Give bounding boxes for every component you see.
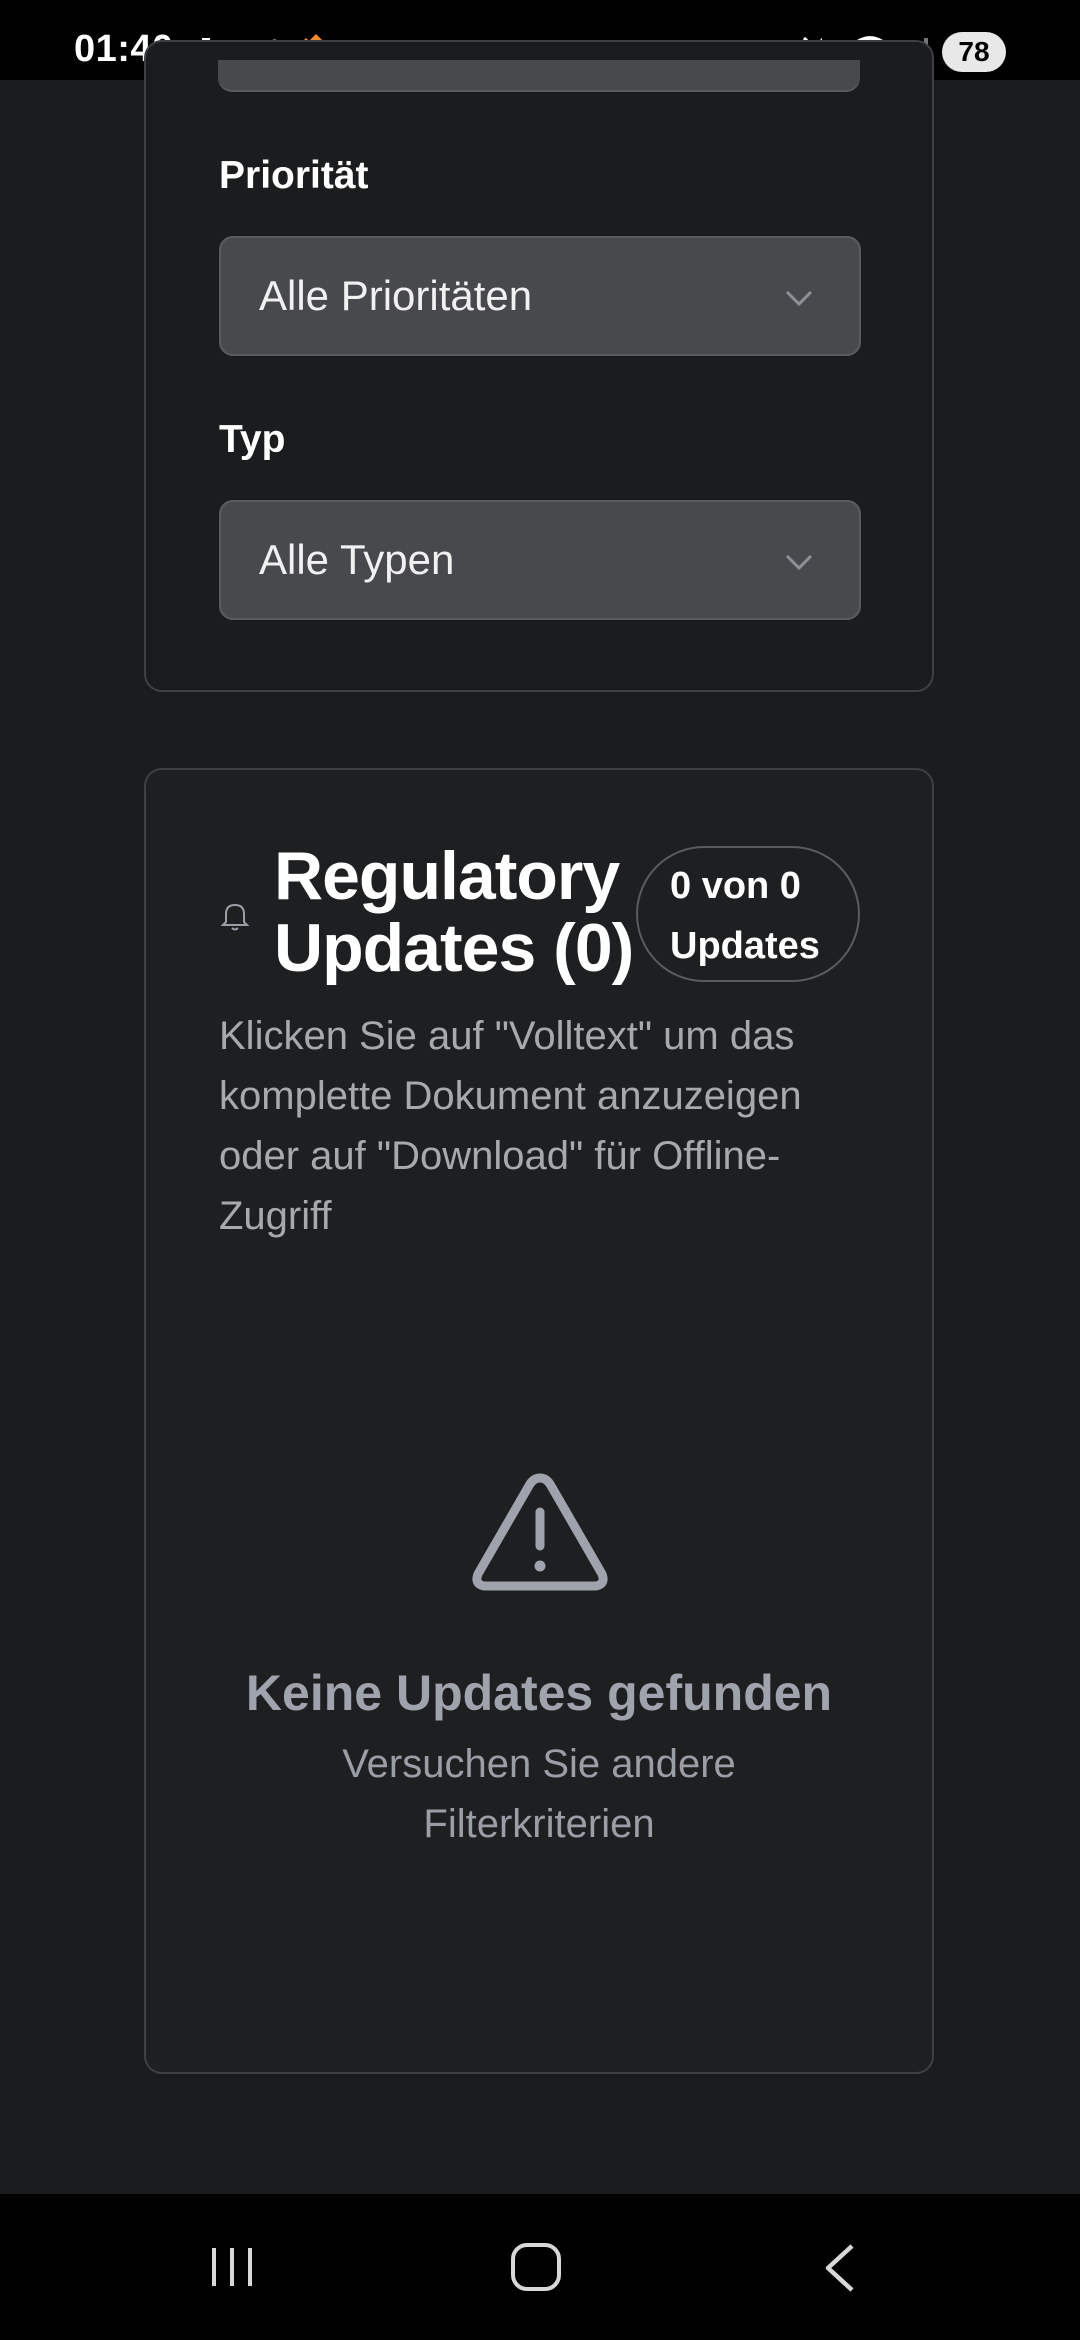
back-icon[interactable] <box>820 2242 860 2294</box>
empty-state-title: Keine Updates gefunden <box>245 1665 833 1721</box>
updates-title-line2: Updates (0) <box>274 910 634 986</box>
updates-description: Klicken Sie auf "Volltext" um das komple… <box>219 1014 802 1238</box>
updates-title: Regulatory Updates (0) <box>274 840 634 984</box>
type-select-value: Alle Typen <box>259 536 455 583</box>
priority-label: Priorität <box>219 154 369 197</box>
type-select[interactable]: Alle Typen <box>219 500 861 620</box>
empty-state-subtitle: Versuchen Sie andere Filterkriterien <box>342 1742 736 1846</box>
screen: 01:40 17° 78 <box>0 0 1080 2340</box>
home-icon[interactable] <box>508 2240 564 2294</box>
priority-select[interactable]: Alle Prioritäten <box>219 236 861 356</box>
updates-title-line1: Regulatory <box>274 838 620 914</box>
priority-select-value: Alle Prioritäten <box>259 272 533 319</box>
chevron-down-icon <box>785 554 813 571</box>
battery-level: 78 <box>942 32 1006 72</box>
previous-select-field[interactable] <box>218 60 860 92</box>
updates-count-line2: Updates <box>670 925 820 967</box>
updates-count-line1: 0 von 0 <box>670 865 801 907</box>
chevron-down-icon <box>785 290 813 307</box>
bell-icon <box>220 903 250 931</box>
type-label: Typ <box>219 418 286 461</box>
updates-count-badge: 0 von 0 Updates <box>636 846 860 982</box>
recents-icon[interactable] <box>208 2244 256 2290</box>
warning-icon <box>472 1473 608 1591</box>
